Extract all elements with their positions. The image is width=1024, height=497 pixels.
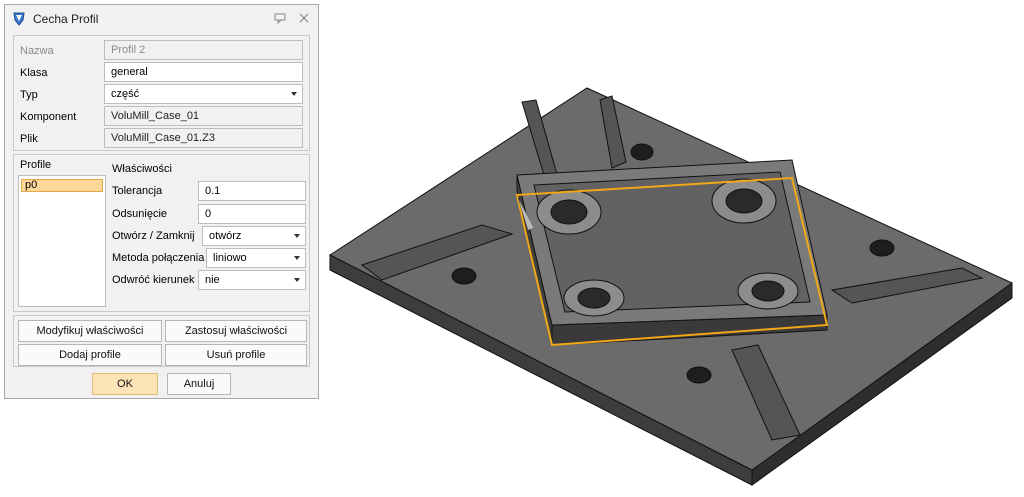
pin-icon[interactable]: [274, 12, 286, 24]
row-nazwa: Nazwa Profil 2: [14, 40, 309, 62]
typ-select[interactable]: część: [104, 84, 303, 104]
profile-group: Profile p0 Właściwości Tolerancja Odsuni…: [13, 154, 310, 312]
odwroc-select-value: nie: [205, 274, 220, 286]
chevron-down-icon: [291, 92, 297, 96]
app-logo-icon: [13, 12, 25, 26]
dialog-title: Cecha Profil: [33, 12, 99, 26]
profile-header: Profile: [20, 159, 52, 171]
odsuniecie-input[interactable]: [198, 204, 306, 224]
plik-label: Plik: [20, 133, 38, 145]
row-komponent: Komponent VoluMill_Case_01: [14, 106, 309, 128]
metoda-select[interactable]: liniowo: [206, 248, 306, 268]
cancel-button[interactable]: Anuluj: [167, 373, 231, 395]
apply-properties-button[interactable]: Zastosuj właściwości: [165, 320, 307, 342]
row-typ: Typ część: [14, 84, 309, 106]
klasa-label: Klasa: [20, 67, 48, 79]
row-klasa: Klasa: [14, 62, 309, 84]
machined-part-model: [329, 87, 1013, 486]
cad-viewport[interactable]: [322, 0, 1024, 497]
odsuniecie-label: Odsunięcie: [112, 208, 168, 220]
feature-info-group: Nazwa Profil 2 Klasa Typ część Komponent…: [13, 35, 310, 151]
chevron-down-icon: [294, 278, 300, 282]
otworz-select[interactable]: otwórz: [202, 226, 306, 246]
modify-properties-button[interactable]: Modyfikuj właściwości: [18, 320, 162, 342]
cecha-profil-dialog: Cecha Profil Nazwa Profil 2 Klasa Typ cz…: [4, 4, 319, 399]
actions-group: Modyfikuj właściwości Zastosuj właściwoś…: [13, 315, 310, 367]
remove-profile-button[interactable]: Usuń profile: [165, 344, 307, 366]
otworz-label: Otwórz / Zamknij: [112, 230, 195, 242]
tolerancja-label: Tolerancja: [112, 185, 163, 197]
metoda-label: Metoda połączenia: [112, 252, 205, 264]
add-profile-button[interactable]: Dodaj profile: [18, 344, 162, 366]
metoda-select-value: liniowo: [213, 252, 247, 264]
odwroc-label: Odwróć kierunek: [112, 274, 195, 286]
list-item[interactable]: p0: [21, 179, 103, 192]
otworz-select-value: otwórz: [209, 230, 242, 242]
tolerancja-input[interactable]: [198, 181, 306, 201]
close-icon[interactable]: [298, 12, 310, 24]
chevron-down-icon: [294, 256, 300, 260]
odwroc-select[interactable]: nie: [198, 270, 306, 290]
nazwa-label: Nazwa: [20, 45, 54, 57]
dialog-titlebar[interactable]: Cecha Profil: [5, 5, 318, 33]
chevron-down-icon: [294, 234, 300, 238]
row-plik: Plik VoluMill_Case_01.Z3: [14, 128, 309, 150]
plik-field: VoluMill_Case_01.Z3: [104, 128, 303, 148]
typ-select-value: część: [111, 88, 140, 100]
ok-button[interactable]: OK: [92, 373, 158, 395]
profile-list[interactable]: p0: [18, 175, 106, 307]
klasa-input[interactable]: [104, 62, 303, 82]
typ-label: Typ: [20, 89, 38, 101]
komponent-field: VoluMill_Case_01: [104, 106, 303, 126]
komponent-label: Komponent: [20, 111, 77, 123]
nazwa-field: Profil 2: [104, 40, 303, 60]
properties-header: Właściwości: [112, 163, 172, 175]
